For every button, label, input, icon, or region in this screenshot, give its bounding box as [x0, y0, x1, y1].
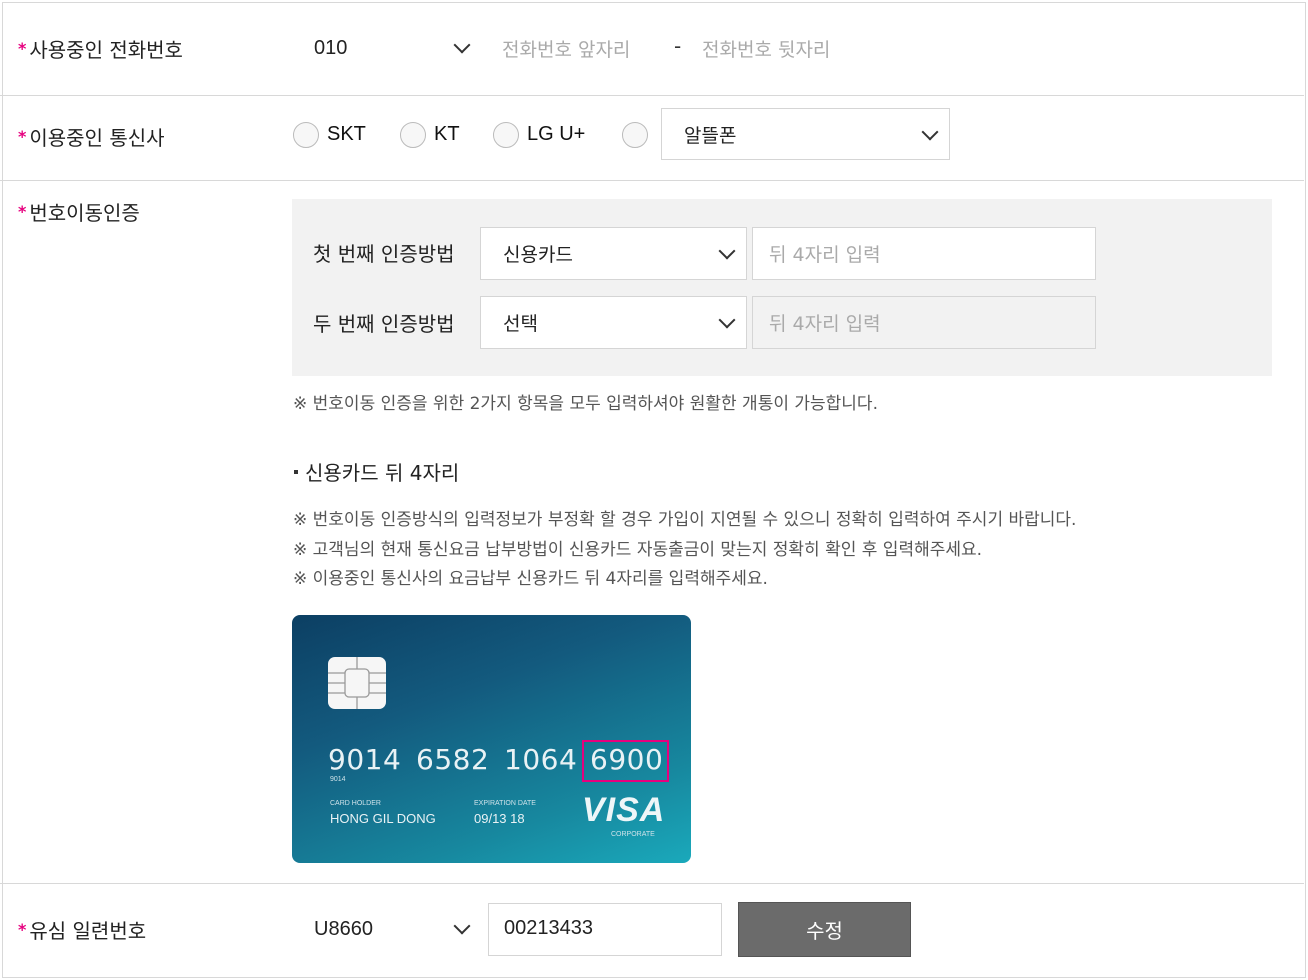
visa-corporate: CORPORATE	[611, 831, 655, 838]
required-mark: *	[18, 127, 27, 146]
phone-prefix-value: 010	[314, 36, 348, 59]
card-section-title-text: 신용카드 뒤 4자리	[305, 461, 460, 485]
phone-back-input[interactable]: 전화번호 뒷자리	[702, 35, 830, 62]
usim-number-input[interactable]: 00213433	[488, 903, 722, 956]
mvno-select-value: 알뜰폰	[684, 125, 737, 147]
first-method-value: 신용카드	[503, 244, 573, 266]
radio-kt[interactable]	[400, 122, 426, 148]
second-method-label: 두 번째 인증방법	[313, 312, 455, 336]
first-method-placeholder: 뒤 4자리 입력	[769, 244, 881, 266]
edit-button[interactable]: 수정	[738, 902, 911, 957]
card-note-1: ※ 번호이동 인증방식의 입력정보가 부정확 할 경우 가입이 지연될 수 있으…	[293, 510, 1077, 530]
auth-method-panel	[292, 199, 1272, 376]
card-chip-icon	[328, 657, 386, 709]
bullet-icon	[294, 469, 298, 474]
auth-note: ※ 번호이동 인증을 위한 2가지 항목을 모두 입력하셔야 원활한 개통이 가…	[293, 394, 878, 414]
card-note-3: ※ 이용중인 통신사의 요금납부 신용카드 뒤 4자리를 입력해주세요.	[293, 569, 768, 589]
required-mark: *	[18, 920, 27, 939]
radio-kt-label: KT	[434, 123, 460, 145]
card-small-number: 9014	[330, 776, 346, 783]
card-exp-value: 09/13 18	[474, 811, 525, 826]
port-auth-label: * 번호이동인증	[18, 197, 140, 226]
phone-front-input[interactable]: 전화번호 앞자리	[502, 35, 630, 62]
chevron-down-icon	[718, 242, 736, 260]
carrier-row	[0, 96, 1304, 181]
phone-dash: -	[674, 34, 682, 58]
phone-row	[0, 2, 1304, 96]
visa-logo: VISA	[582, 791, 666, 829]
phone-label: * 사용중인 전화번호	[18, 34, 183, 63]
radio-mvno[interactable]	[622, 122, 648, 148]
credit-card-image: 9014 6582 1064 6900 9014 CARD HOLDER HON…	[292, 615, 691, 863]
radio-lgu-label: LG U+	[527, 123, 586, 145]
card-number-group-2: 6582	[416, 743, 490, 776]
required-mark: *	[18, 202, 27, 221]
first-method-input[interactable]: 뒤 4자리 입력	[752, 227, 1096, 280]
phone-label-text: 사용중인 전화번호	[29, 38, 183, 62]
chevron-down-icon	[718, 311, 736, 329]
first-method-select[interactable]: 신용카드	[480, 227, 747, 280]
card-number-group-3: 1064	[504, 743, 578, 776]
first-method-label: 첫 번째 인증방법	[313, 242, 455, 266]
card-holder-label: CARD HOLDER	[330, 800, 381, 807]
card-number-group-1: 9014	[328, 743, 402, 776]
card-section-title: 신용카드 뒤 4자리	[294, 457, 459, 486]
second-method-select[interactable]: 선택	[480, 296, 747, 349]
phone-prefix-select[interactable]: 010	[314, 34, 474, 62]
second-method-value: 선택	[503, 313, 538, 335]
usim-number-value: 00213433	[504, 917, 593, 939]
usim-select-value: U8660	[314, 917, 373, 940]
required-mark: *	[18, 39, 27, 58]
carrier-label-text: 이용중인 통신사	[29, 126, 165, 150]
port-auth-label-text: 번호이동인증	[29, 201, 140, 225]
card-holder-name: HONG GIL DONG	[330, 811, 436, 826]
last-four-highlight	[582, 740, 669, 782]
mvno-select[interactable]: 알뜰폰	[661, 108, 950, 160]
usim-label-text: 유심 일련번호	[29, 919, 147, 943]
chevron-down-icon	[453, 917, 471, 935]
usim-label: * 유심 일련번호	[18, 915, 146, 944]
carrier-label: * 이용중인 통신사	[18, 122, 165, 151]
radio-skt[interactable]	[293, 122, 319, 148]
usim-select[interactable]: U8660	[314, 915, 474, 943]
radio-skt-label: SKT	[327, 123, 366, 145]
second-method-placeholder: 뒤 4자리 입력	[769, 313, 881, 335]
chevron-down-icon	[453, 36, 471, 54]
second-method-input: 뒤 4자리 입력	[752, 296, 1096, 349]
card-exp-label: EXPIRATION DATE	[474, 800, 536, 807]
chevron-down-icon	[921, 123, 939, 141]
radio-lgu[interactable]	[493, 122, 519, 148]
card-note-2: ※ 고객님의 현재 통신요금 납부방법이 신용카드 자동출금이 맞는지 정확히 …	[293, 540, 983, 560]
